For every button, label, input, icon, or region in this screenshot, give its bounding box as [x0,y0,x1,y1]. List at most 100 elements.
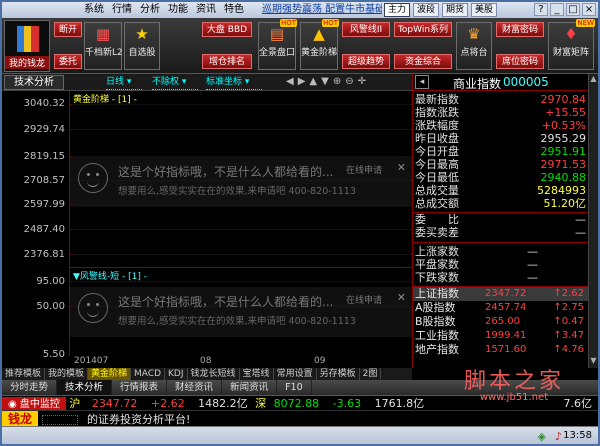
tab-template[interactable]: 钱龙长短线 [188,368,240,380]
tab-technical-analysis[interactable]: 技术分析 [4,75,64,90]
tab-template[interactable]: MACD [131,368,166,380]
panel-scrollbar[interactable]: ▲ ▼ [588,74,598,368]
level2-button[interactable]: ▦ 千档新L2 [84,22,123,70]
panorama-button[interactable]: ▤ 全景盘口 HOT [258,19,297,70]
warning-line-button[interactable]: 风警线II [342,22,390,37]
hot-badge: HOT [321,19,339,27]
y-tick-label: 3040.32 [23,98,65,109]
menu-item-quotes[interactable]: 行情 [112,3,132,17]
index-change: ↑2.62 [553,288,584,299]
mode-us-stocks[interactable]: 美股 [471,3,498,17]
index-row[interactable]: B股指数 265.00 ↑0.47 [413,315,588,329]
quote-code: 000005 [503,75,549,89]
general-platform-button[interactable]: ♛ 点将台 [456,22,492,70]
quote-row: 涨跌幅度 +0.53% [413,119,588,132]
rights-select[interactable]: 不除权 ▾ [152,75,198,90]
chevron-down-icon: ▾ [126,77,132,87]
menu-item-analysis[interactable]: 分析 [140,3,160,17]
quote-label: 总成交量 [415,184,459,197]
quote-title: 商业指数 [453,77,502,91]
y-tick-label: 50.00 [36,301,65,312]
tab-page[interactable]: 新闻资讯 [222,380,278,395]
super-trend-button[interactable]: 超级趋势 [342,54,390,69]
tab-template[interactable]: 宝塔线 [240,368,274,380]
left-arrow-icon[interactable]: ◀ [286,76,294,87]
tab-template[interactable]: 我的模板 [45,368,89,380]
tab-template[interactable]: 另存模板 [317,368,360,380]
index-price: 2347.72 [485,288,527,299]
index-row[interactable]: A股指数 2457.74 ↑2.75 [413,301,588,315]
tab-template[interactable]: 2图 [360,368,382,380]
mode-swing[interactable]: 波段 [413,3,440,17]
seat-code-button[interactable]: 席位密码 [496,54,544,69]
menu-item-special[interactable]: 特色 [224,3,244,17]
star-icon: ★ [135,25,149,43]
tab-template[interactable]: 推荐模板 [2,368,46,380]
grid-line [70,254,412,255]
count-row: 下跌家数 — [413,271,588,284]
close-icon[interactable]: ✕ [397,291,406,304]
period-select[interactable]: 日线 ▾ [106,75,142,90]
zoom-in-icon[interactable]: ⊕ [333,76,341,87]
disconnect-button[interactable]: 断开 [54,22,82,37]
watchlist-button[interactable]: ★ 自选股 [124,22,160,70]
tab-template[interactable]: KDJ [165,368,188,380]
entrust-button[interactable]: 委托 [54,54,82,69]
up-arrow-icon[interactable]: ▲ [309,76,317,87]
tab-page[interactable]: 财经资讯 [167,380,223,395]
chevron-left-icon[interactable]: ◂ [415,75,429,89]
zoom-out-icon[interactable]: ⊖ [345,76,353,87]
menu-item-functions[interactable]: 功能 [168,3,188,17]
index-row[interactable]: 地产指数 1571.60 ↑4.76 [413,343,588,357]
help-button[interactable]: ? [534,3,548,16]
index-row[interactable]: 工业指数 1999.41 ↑3.47 [413,329,588,343]
close-icon[interactable]: ✕ [397,161,406,174]
panel1-title: 黄金阶梯 - [1] - [73,95,137,105]
gold-ladder-button[interactable]: ▲ 黄金阶梯 HOT [300,19,339,70]
chart-icon: ▦ [95,25,111,43]
index-row[interactable]: 上证指数 2347.72 ↑2.62 [413,287,588,301]
scroll-up-icon[interactable]: ▲ [589,74,598,86]
tab-page[interactable]: 分时走势 [2,380,58,395]
down-arrow-icon[interactable]: ▼ [321,76,329,87]
apply-online-link[interactable]: 在线申请 [346,293,382,306]
fund-overview-button[interactable]: 资金综合 [394,54,452,69]
x-axis: 201407 08 09 [70,356,412,368]
index-name: B股指数 [415,315,456,328]
position-rank-button[interactable]: 增仓排名 [202,54,252,69]
quote-value: — [575,213,586,226]
quote-value: 5284993 [537,184,586,197]
news-ticker-link[interactable]: 巡期强势震荡 配置牛市基础 [262,2,382,17]
bbd-button[interactable]: 大盘 BBD [202,22,252,37]
wealth-matrix-button[interactable]: ♦ 财富矩阵 NEW [548,19,595,70]
mode-futures[interactable]: 期货 [442,3,469,17]
maximize-button[interactable]: □ [566,3,580,16]
tab-page[interactable]: 行情报表 [112,380,168,395]
menu-item-system[interactable]: 系统 [84,3,104,17]
tab-template[interactable]: 常用设置 [274,368,317,380]
wealth-matrix-label: 财富矩阵 [552,48,589,58]
quote-row: 今日最高 2971.53 [413,158,588,171]
right-arrow-icon[interactable]: ▶ [298,76,306,87]
coord-select[interactable]: 标准坐标 ▾ [206,75,262,90]
tab-template[interactable]: 黄金阶梯 [88,368,132,380]
face-icon [78,293,108,323]
volume-icon[interactable]: ♪ [555,430,562,443]
network-icon[interactable]: ◈ [538,430,546,443]
quote-value: — [527,245,538,258]
general-icon: ♛ [467,25,481,43]
my-qianlong-button[interactable]: 我的钱龙 [4,20,50,72]
topwin-button[interactable]: TopWin系列 [394,22,452,37]
scroll-down-icon[interactable]: ▼ [589,356,598,368]
wealth-code-button[interactable]: 财富密码 [496,22,544,37]
chart-area[interactable]: 黄金阶梯 - [1] - 这是个好指标哦，不是什么人都给看的... 想要用么,感… [70,91,412,356]
mode-main-force[interactable]: 主力 [384,3,411,17]
close-button[interactable]: × [582,3,596,16]
apply-online-link[interactable]: 在线申请 [346,163,382,176]
minimize-button[interactable]: _ [550,3,564,16]
crosshair-icon[interactable]: ✛ [358,76,366,87]
quote-value: +0.53% [541,119,586,132]
tab-page[interactable]: 技术分析 [57,380,113,395]
menu-item-info[interactable]: 资讯 [196,3,216,17]
tab-page[interactable]: F10 [277,380,312,395]
